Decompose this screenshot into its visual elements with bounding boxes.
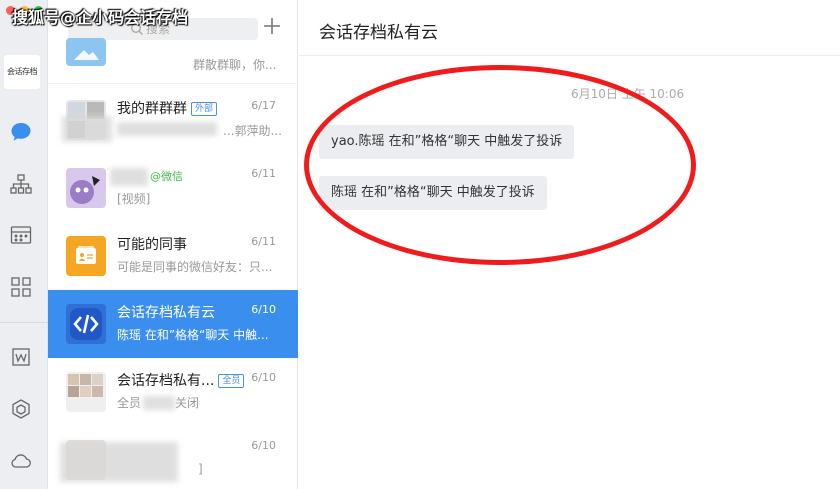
cube-icon[interactable] xyxy=(8,396,34,422)
chat-avatar xyxy=(66,372,106,412)
chat-item[interactable]: 会话存档私有... 全员 6/10 全员 关闭 xyxy=(48,358,298,426)
chat-avatar xyxy=(66,168,106,208)
chat-name: 可能的同事 xyxy=(117,237,187,253)
chat-preview: ...郭萍助... xyxy=(223,124,282,138)
cloud-icon[interactable] xyxy=(8,448,34,474)
redaction-blur xyxy=(60,442,178,482)
chat-icon[interactable] xyxy=(8,119,34,145)
left-rail: 会话存档 xyxy=(0,0,48,489)
watermark: 搜狐号@企小码会话存档 xyxy=(12,8,189,27)
chat-preview: 陈瑶 在和”格格“聊天 中触... xyxy=(117,328,269,342)
org-icon[interactable] xyxy=(8,171,34,197)
chat-avatar xyxy=(66,304,106,344)
conversation-title: 会话存档私有云 xyxy=(319,23,438,43)
apps-icon[interactable] xyxy=(8,274,34,300)
code-brackets-icon xyxy=(70,308,102,340)
chat-name: 我的群群群 外部 xyxy=(117,98,218,118)
chat-date: 6/17 xyxy=(251,99,276,112)
chat-date: 6/10 xyxy=(251,439,276,452)
app-window: 会话存档 搜索 群散群聊，你... 我的群群群 外部 6/17 ...郭萍助..… xyxy=(0,0,840,489)
redaction-blur xyxy=(110,168,148,186)
calendar-icon[interactable] xyxy=(8,222,34,248)
highlight-ellipse xyxy=(304,65,696,265)
all-members-tag: 全员 xyxy=(218,374,245,388)
chat-name: @微信 xyxy=(150,170,183,183)
chat-name: 会话存档私有云 xyxy=(117,305,215,321)
chat-list: 搜索 群散群聊，你... 我的群群群 外部 6/17 ...郭萍助... @微信… xyxy=(48,0,298,489)
redaction-blur xyxy=(143,396,175,410)
chat-date: 6/10 xyxy=(251,371,276,384)
redaction-blur xyxy=(62,116,112,142)
chat-date: 6/11 xyxy=(251,235,276,248)
rail-divider xyxy=(0,322,48,323)
chat-item[interactable]: 可能的同事 6/11 可能是同事的微信好友：只... xyxy=(48,222,298,290)
chat-date: 6/10 xyxy=(251,303,276,316)
contact-card-icon xyxy=(76,246,96,264)
external-tag: 外部 xyxy=(191,102,218,116)
chat-item[interactable]: 我的群群群 外部 6/17 ...郭萍助... xyxy=(48,86,298,154)
redaction-blur xyxy=(117,122,217,136)
avatar[interactable]: 会话存档 xyxy=(4,55,40,89)
doc-icon[interactable] xyxy=(8,344,34,370)
chat-date: 6/11 xyxy=(251,167,276,180)
chat-item-active[interactable]: 会话存档私有云 6/10 陈瑶 在和”格格“聊天 中触... xyxy=(48,290,298,358)
conversation-header: 会话存档私有云 xyxy=(299,0,840,56)
chat-item[interactable]: 6/10 ] xyxy=(48,426,298,489)
chat-preview: 群散群聊，你... xyxy=(193,58,277,72)
chat-name: 会话存档私有... 全员 xyxy=(117,370,245,390)
chat-avatar xyxy=(66,236,106,276)
chat-preview: [视频] xyxy=(117,192,151,206)
chat-preview: 全员 关闭 xyxy=(117,396,200,410)
chat-preview: 可能是同事的微信好友：只... xyxy=(117,260,273,274)
chat-avatar xyxy=(66,38,106,66)
chat-item[interactable]: @微信 6/11 [视频] xyxy=(48,154,298,222)
